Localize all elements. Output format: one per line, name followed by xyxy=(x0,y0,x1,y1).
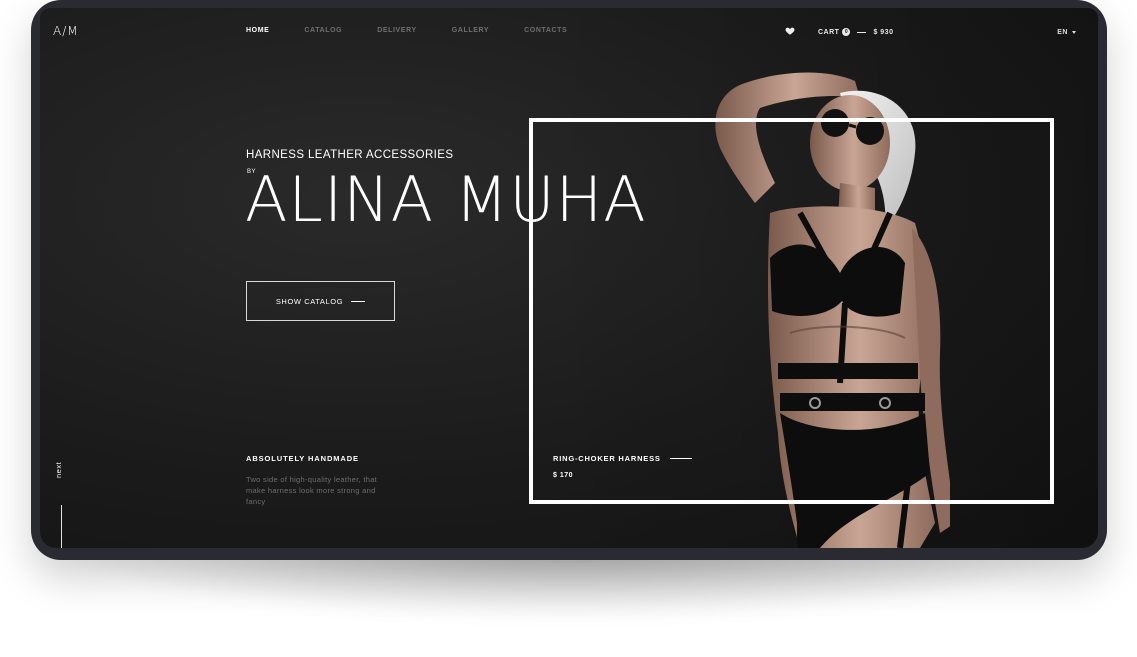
main-nav: HOME CATALOG DELIVERY GALLERY CONTACTS xyxy=(246,27,602,34)
feature-title: ABSOLUTELY HANDMADE xyxy=(246,454,359,463)
cart-total: $ 930 xyxy=(873,28,894,36)
cart-summary[interactable]: CART 0 $ 930 xyxy=(818,28,893,36)
hero-title: ALINA MUHA xyxy=(245,163,647,236)
feature-description: Two side of high-quality leather, that m… xyxy=(246,475,378,506)
dash-icon xyxy=(669,458,692,459)
nav-gallery[interactable]: GALLERY xyxy=(452,27,489,34)
product-link[interactable]: RING-CHOKER HARNESS xyxy=(553,454,692,463)
website-screen: A/M HOME CATALOG DELIVERY GALLERY CONTAC… xyxy=(40,8,1098,548)
model-photo xyxy=(715,72,950,548)
site-logo[interactable]: A/M xyxy=(53,24,79,38)
nav-home[interactable]: HOME xyxy=(246,27,269,34)
cart-label: CART xyxy=(818,28,840,36)
dash-icon xyxy=(351,300,366,302)
show-catalog-label: SHOW CATALOG xyxy=(275,296,344,306)
cart-divider xyxy=(857,31,867,33)
next-slide-label[interactable]: next xyxy=(54,462,63,478)
nav-delivery[interactable]: DELIVERY xyxy=(377,27,417,34)
next-indicator-line xyxy=(61,505,62,548)
language-label: EN xyxy=(1057,29,1068,36)
product-name: RING-CHOKER HARNESS xyxy=(553,454,661,463)
heart-icon[interactable] xyxy=(785,26,795,36)
product-price: $ 170 xyxy=(553,472,574,479)
nav-catalog[interactable]: CATALOG xyxy=(304,27,342,34)
device-frame: A/M HOME CATALOG DELIVERY GALLERY CONTAC… xyxy=(31,0,1107,560)
cart-count-badge: 0 xyxy=(842,28,851,36)
language-selector[interactable]: EN xyxy=(1057,29,1076,36)
nav-contacts[interactable]: CONTACTS xyxy=(524,27,567,34)
stage: A/M HOME CATALOG DELIVERY GALLERY CONTAC… xyxy=(0,0,1137,657)
caret-down-icon xyxy=(1072,31,1076,34)
show-catalog-button[interactable]: SHOW CATALOG xyxy=(246,281,395,321)
